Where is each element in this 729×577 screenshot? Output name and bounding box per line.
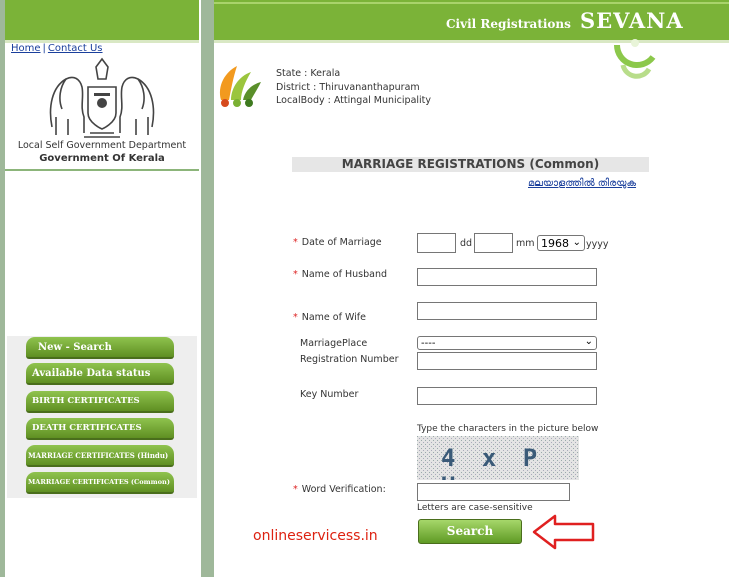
husband-name-input[interactable] <box>417 268 597 286</box>
government-name: Government Of Kerala <box>39 153 165 164</box>
header-subtitle: Civil Registrations <box>446 17 571 31</box>
district-info: District : Thiruvananthapuram <box>276 82 420 93</box>
required-mark: * <box>293 269 298 280</box>
watermark-text: onlineservicess.in <box>253 528 378 544</box>
captcha-image: 4 x P U <box>417 436 579 480</box>
malayalam-search-link[interactable]: മലയാളത്തിൽ തിരയുക <box>528 178 636 189</box>
menu-marriage-common[interactable]: MARRIAGE CERTIFICATES (Common) <box>26 472 174 494</box>
mm-label: mm <box>516 238 535 249</box>
required-mark: * <box>293 484 298 495</box>
word-verification-text: Word Verification: <box>301 484 386 495</box>
header-stripe <box>214 2 729 4</box>
department-name: Local Self Government Department <box>17 140 187 151</box>
captcha-hint: Type the characters in the picture below <box>417 424 599 434</box>
link-separator: | <box>42 43 46 54</box>
word-verification-input[interactable] <box>417 483 570 501</box>
key-number-label: Key Number <box>300 389 359 400</box>
wife-label: * Name of Wife <box>293 312 366 323</box>
chevron-down-icon: ⌄ <box>584 336 593 347</box>
date-of-marriage-label: * Date of Marriage <box>293 237 382 248</box>
localbody-info: LocalBody : Attingal Municipality <box>276 95 432 106</box>
key-number-input[interactable] <box>417 387 597 405</box>
marriage-place-value: ---- <box>421 337 436 349</box>
husband-label: * Name of Husband <box>293 269 387 280</box>
top-links: Home | Contact Us <box>11 43 103 54</box>
date-label-text: Date of Marriage <box>301 237 382 248</box>
day-input[interactable] <box>417 233 456 253</box>
year-value: 1968 <box>541 236 569 250</box>
marriage-place-select[interactable]: ---- ⌄ <box>417 336 597 350</box>
husband-label-text: Name of Husband <box>301 269 387 280</box>
registration-number-input[interactable] <box>417 352 597 370</box>
word-verification-label: * Word Verification: <box>293 484 386 495</box>
left-header-bar <box>5 0 199 40</box>
marriage-place-label: MarriagePlace <box>300 338 368 349</box>
dd-label: dd <box>460 238 473 249</box>
search-button[interactable]: Search <box>418 519 522 544</box>
left-divider <box>5 169 199 171</box>
menu-new-search[interactable]: New - Search <box>26 337 174 359</box>
sevana-leaf-logo-icon <box>219 66 261 107</box>
kerala-emblem-icon <box>49 57 155 138</box>
red-arrow-icon <box>532 514 595 550</box>
menu-death-certificates[interactable]: DEATH CERTIFICATES <box>26 418 174 440</box>
page-title: MARRIAGE REGISTRATIONS (Common) <box>341 157 600 171</box>
brand-name: SEVANA <box>580 8 684 33</box>
case-sensitive-note: Letters are case-sensitive <box>417 503 533 513</box>
left-gutter <box>0 0 5 577</box>
middle-gutter <box>201 0 214 577</box>
required-mark: * <box>293 312 298 323</box>
menu-marriage-hindu[interactable]: MARRIAGE CERTIFICATES (Hindu) <box>26 445 174 467</box>
chevron-down-icon: ⌄ <box>572 237 581 248</box>
yyyy-label: yyyy <box>586 239 609 250</box>
captcha-text: 4 x P U <box>441 444 544 480</box>
required-mark: * <box>293 237 298 248</box>
contact-us-link[interactable]: Contact Us <box>48 43 103 54</box>
month-input[interactable] <box>474 233 513 253</box>
year-select[interactable]: 1968 ⌄ <box>537 235 585 251</box>
menu-available-data-status[interactable]: Available Data status <box>26 363 174 385</box>
menu-birth-certificates[interactable]: BIRTH CERTIFICATES <box>26 391 174 413</box>
state-info: State : Kerala <box>276 68 341 79</box>
sevana-logo-icon <box>614 39 656 79</box>
home-link[interactable]: Home <box>11 43 41 54</box>
wife-name-input[interactable] <box>417 302 597 320</box>
wife-label-text: Name of Wife <box>301 312 366 323</box>
registration-number-label: Registration Number <box>300 354 399 365</box>
